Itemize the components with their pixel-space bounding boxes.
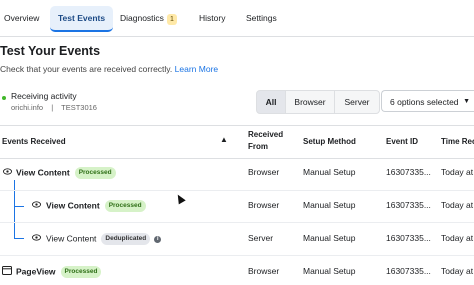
tab-overview[interactable]: Overview [4,6,39,30]
received-from-cell: Browser [248,200,280,210]
received-from-cell: Browser [248,266,280,276]
setup-method-cell: Manual Setup [303,167,356,177]
event-name-cell: View Content Processed [16,167,116,179]
warning-icon: ▲ [220,135,228,144]
event-name: View Content [16,167,70,178]
status-test-code: TEST3016 [61,103,97,112]
status-domain: orichi.info [11,103,44,112]
table-row[interactable]: View Content Deduplicated i Server Manual … [0,222,474,256]
event-options-dropdown[interactable]: 6 options selected ▼ [381,90,474,112]
col-event-id: Event ID [386,137,419,146]
filter-all-button[interactable]: All [256,90,286,114]
events-table-header: Events Received Received From Setup Meth… [0,125,474,159]
event-id-cell: 16307335... [386,167,431,177]
table-row[interactable]: View Content Processed Browser Manual Set… [0,158,474,191]
filter-server-button[interactable]: Server [334,90,380,114]
event-name-cell: PageView Processed [16,266,102,278]
status-badge: Processed [60,266,102,278]
tab-bar: Overview Test Events Diagnostics 1 Histor… [0,0,474,37]
setup-method-cell: Manual Setup [303,266,356,276]
col-received-from-line2: From [248,142,268,151]
subtitle-text: Check that your events are received corr… [0,64,173,74]
col-time-received: Time Rece [441,137,474,146]
col-received-from-line1: Received [248,130,284,139]
table-row[interactable]: View Content Processed Browser Manual Set… [0,190,474,223]
received-from-cell: Browser [248,167,280,177]
eye-icon [3,168,12,175]
info-icon[interactable]: i [154,235,162,243]
event-id-cell: 16307335... [386,200,431,210]
event-name-cell: View Content Deduplicated i [46,233,162,245]
event-id-cell: 16307335... [386,233,431,243]
event-name: View Content [46,200,100,211]
eye-icon [32,234,41,241]
learn-more-link[interactable]: Learn More [175,64,218,74]
setup-method-cell: Manual Setup [303,233,356,243]
event-name: PageView [16,266,56,277]
page-subtitle: Check that your events are received corr… [0,64,218,74]
time-cell: Today at [441,200,474,210]
page-title: Test Your Events [0,44,101,58]
tab-diagnostics[interactable]: Diagnostics 1 [120,6,177,30]
time-cell: Today at [441,266,474,276]
receiving-status-meta: orichi.info | TEST3016 [11,103,97,112]
event-name-cell: View Content Processed [46,200,146,212]
receiving-status-label: Receiving activity [11,91,77,101]
time-cell: Today at [441,167,474,177]
status-badge: Processed [74,167,116,179]
status-badge: Deduplicated [101,233,151,245]
status-badge: Processed [104,200,146,212]
diagnostics-count-badge: 1 [166,14,177,25]
dropdown-label: 6 options selected [390,97,459,107]
receiving-status-dot [2,96,6,100]
table-row[interactable]: PageView Processed Browser Manual Setup 1… [0,255,474,285]
col-events-received: Events Received [2,137,66,146]
tab-diagnostics-label: Diagnostics [120,13,164,23]
event-name: View Content [46,233,97,244]
received-from-cell: Server [248,233,274,243]
time-cell: Today at [441,233,474,243]
col-setup-method: Setup Method [303,137,356,146]
status-separator: | [51,103,54,112]
tab-history[interactable]: History [199,6,225,30]
setup-method-cell: Manual Setup [303,200,356,210]
filter-browser-button[interactable]: Browser [285,90,335,114]
tab-settings[interactable]: Settings [246,6,277,30]
event-id-cell: 16307335... [386,266,431,276]
page-icon [2,266,12,275]
tab-test-events[interactable]: Test Events [50,6,114,32]
caret-down-icon: ▼ [463,98,470,105]
eye-icon [32,201,41,208]
